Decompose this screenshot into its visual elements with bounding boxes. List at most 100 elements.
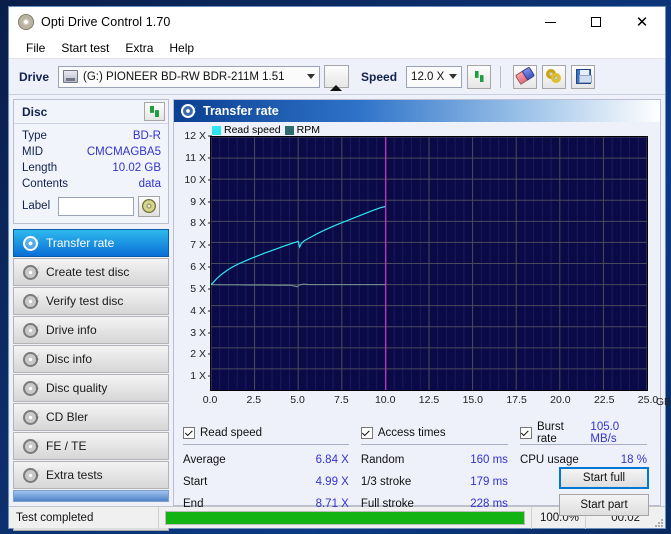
maximize-icon [591, 17, 601, 27]
disc-row-value: BD-R [132, 130, 161, 142]
drive-select[interactable]: (G:) PIONEER BD-RW BDR-211M 1.51 [58, 65, 321, 88]
sidebar-item-fe-te[interactable]: FE / TE [13, 432, 169, 460]
disc-info-icon [23, 351, 40, 367]
disc-quality-icon [23, 380, 40, 396]
menu-item-help[interactable]: Help [161, 39, 202, 57]
read-speed-checkbox[interactable] [183, 427, 195, 439]
read-speed-label: Read speed [200, 427, 263, 439]
save-button[interactable] [571, 64, 596, 89]
progress-bar [165, 510, 525, 525]
close-button[interactable]: ✕ [619, 7, 665, 37]
result-key: Full stroke [360, 498, 414, 510]
sidebar: Disc Type BD-R MID CMCMAGBA5 Length 10.0… [9, 95, 173, 531]
disc-row-type: Type BD-R [22, 128, 161, 144]
chart-svg [211, 137, 647, 390]
result-row-start: Start 4.99 X [183, 471, 361, 493]
chevron-down-icon [307, 74, 316, 79]
extra-tests-icon [23, 467, 40, 483]
y-tick-label: 3 X [190, 326, 206, 339]
burst-rate-label: Burst rate [536, 421, 564, 445]
drive-icon [63, 70, 79, 83]
legend-swatch [284, 125, 294, 135]
result-value: 179 ms [470, 476, 508, 488]
divider [183, 444, 349, 445]
sidebar-item-disc-info[interactable]: Disc info [13, 345, 169, 373]
access-times-label: Access times [377, 427, 446, 439]
x-tick-label: 20.0 [550, 394, 571, 406]
start-part-button[interactable]: Start part [559, 494, 649, 516]
sidebar-item-create-test-disc[interactable]: Create test disc [13, 258, 169, 286]
eraser-icon [514, 66, 535, 86]
chart-x-axis: 0.0 2.5 5.0 7.5 10.0 12.5 15.0 17.5 20.0 22.5 25.0 [203, 394, 659, 408]
burst-rate-checkbox[interactable] [519, 427, 532, 439]
menu-item-extra[interactable]: Extra [117, 39, 161, 57]
sidebar-item-extra-tests[interactable]: Extra tests [13, 461, 169, 489]
result-row-average: Average 6.84 X [183, 449, 361, 471]
result-value: 18 % [620, 454, 647, 466]
minimize-button[interactable] [527, 7, 573, 37]
main-panel: Transfer rate Read speed RPM 1 X 2 X 3 X 4 … [173, 99, 671, 516]
chevron-down-icon [449, 74, 458, 79]
disc-row-value: data [138, 178, 161, 190]
y-tick-label: 8 X [190, 217, 206, 230]
toolbar-divider [500, 65, 502, 88]
result-key: Random [360, 454, 405, 466]
x-tick-label: 22.5 [593, 394, 615, 406]
legend-label: Read speed [224, 124, 281, 136]
chart-plot-area [210, 136, 648, 391]
app-icon [18, 14, 34, 30]
y-tick-label: 1 X [190, 370, 206, 383]
disc-row-length: Length 10.02 GB [22, 160, 161, 176]
results-panel: Read speed Average 6.84 X Start 4.99 X E… [174, 418, 660, 516]
speed-select[interactable]: 12.0 X [406, 65, 463, 88]
progress-cell [159, 507, 531, 529]
result-row-third-stroke: 1/3 stroke 179 ms [361, 471, 520, 493]
main-panel-header: Transfer rate [174, 100, 660, 122]
menu-item-file[interactable]: File [18, 39, 53, 57]
disc-refresh-button[interactable] [144, 102, 165, 121]
disc-label-button[interactable] [138, 195, 161, 217]
eject-button[interactable] [324, 65, 350, 91]
y-tick-label: 7 X [190, 239, 206, 252]
menu-bar: File Start test Extra Help [9, 37, 665, 59]
access-times-checkbox[interactable] [360, 427, 373, 439]
disc-label-input[interactable] [58, 196, 135, 216]
sidebar-item-transfer-rate[interactable]: Transfer rate [13, 229, 169, 257]
disc-panel-title: Disc [22, 104, 48, 119]
chain-button[interactable] [542, 64, 567, 89]
title-bar: Opti Drive Control 1.70 ✕ [9, 7, 665, 37]
result-key: Average [183, 454, 226, 466]
erase-disc-button[interactable] [513, 64, 538, 89]
window-body: Disc Type BD-R MID CMCMAGBA5 Length 10.0… [9, 95, 671, 531]
disc-row-mid: MID CMCMAGBA5 [22, 144, 161, 160]
chart-y-axis: 1 X 2 X 3 X 4 X 5 X 6 X 7 X 8 X 9 X 10 X 11 X 12 X [174, 130, 212, 398]
maximize-button[interactable] [573, 7, 619, 37]
transfer-rate-chart: Read speed RPM 1 X 2 X 3 X 4 X 5 X 6 X 7 X 8 X 9… [174, 122, 671, 418]
window-controls: ✕ [527, 7, 665, 37]
progress-bar-fill [166, 511, 524, 524]
x-tick-label: 0.0 [202, 394, 218, 406]
sidebar-item-cd-bler[interactable]: CD Bler [13, 403, 169, 431]
start-full-button[interactable]: Start full [559, 467, 649, 489]
menu-item-start-test[interactable]: Start test [53, 39, 117, 57]
sidebar-item-label: Create test disc [46, 265, 130, 279]
sidebar-item-disc-quality[interactable]: Disc quality [13, 374, 169, 402]
cd-bler-icon [23, 409, 40, 425]
app-window: Opti Drive Control 1.70 ✕ File Start tes… [8, 6, 671, 531]
refresh-drive-button[interactable] [467, 64, 492, 89]
legend-label: RPM [296, 124, 320, 136]
legend-item-read-speed: Read speed [212, 124, 281, 136]
sidebar-item-label: Transfer rate [46, 236, 115, 250]
sidebar-item-drive-info[interactable]: Drive info [13, 316, 169, 344]
resize-grip[interactable] [649, 507, 665, 529]
speed-label: Speed [361, 69, 398, 84]
divider [360, 444, 508, 445]
y-tick-label: 11 X [185, 151, 206, 164]
refresh-icon [472, 69, 487, 84]
x-tick-label: 7.5 [334, 394, 349, 406]
x-tick-label: 2.5 [246, 394, 262, 406]
x-tick-label: 15.0 [462, 394, 484, 406]
sidebar-item-verify-test-disc[interactable]: Verify test disc [13, 287, 169, 315]
verify-test-disc-icon [23, 293, 40, 309]
disc-label-key: Label [22, 200, 51, 212]
